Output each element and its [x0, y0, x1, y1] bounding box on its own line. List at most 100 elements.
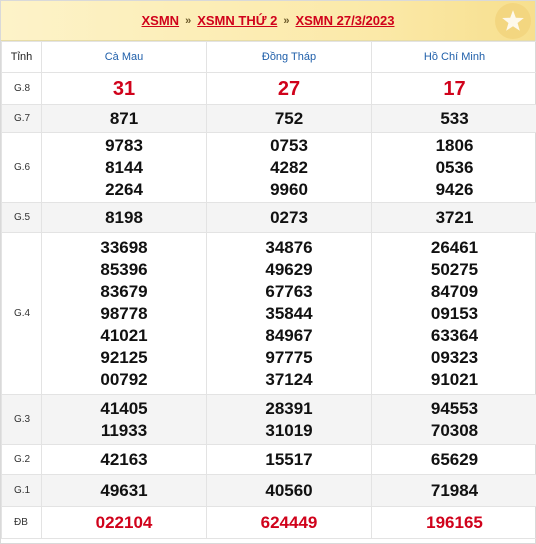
prize-cell: 41405 11933: [41, 394, 207, 445]
prize-cell: 28391 31019: [206, 394, 372, 445]
breadcrumb-separator: »: [185, 14, 192, 27]
prize-label: G.4: [1, 232, 42, 395]
prize-cell: 33698 85396 83679 98778 41021 92125 00792: [41, 232, 207, 395]
prize-number: 41405: [100, 398, 148, 418]
prize-number: 196165: [426, 512, 483, 532]
prize-number: 2264: [105, 179, 143, 199]
prize-cell: 022104: [41, 506, 207, 539]
prize-number: 09323: [430, 347, 479, 367]
table-row: G.6 9783 8144 2264 0753 4282 9960 1806 0536 9426: [1, 132, 536, 203]
prize-cell: 42163: [41, 444, 207, 475]
prize-number: 70308: [430, 420, 479, 440]
prize-label: G.1: [1, 474, 42, 507]
prize-number: 28391: [265, 398, 313, 418]
prize-label: G.6: [1, 132, 42, 203]
prize-number: 49631: [100, 480, 148, 500]
prize-number: 022104: [95, 512, 153, 532]
prize-number: 50275: [430, 259, 479, 279]
prize-cell: 0753 4282 9960: [206, 132, 372, 203]
prize-cell: 15517: [206, 444, 372, 475]
prize-cell: 196165: [371, 506, 536, 539]
prize-label: G.8: [1, 72, 42, 105]
prize-number: 9783: [105, 135, 143, 155]
prize-number: 09153: [430, 303, 479, 323]
table-row: G.4 33698 85396 83679 98778 41021 92125 00792 34…: [1, 232, 536, 395]
prize-number: 4282: [270, 157, 308, 177]
province-header[interactable]: Đồng Tháp: [206, 41, 372, 73]
prize-number: 0273: [270, 207, 308, 227]
prize-label: G.7: [1, 104, 42, 133]
prize-number: 92125: [100, 347, 148, 367]
prize-number: 27: [277, 77, 301, 100]
prize-number: 0753: [270, 135, 308, 155]
table-row: ĐB 022104 624449 196165: [1, 506, 536, 539]
prize-number: 97775: [265, 347, 313, 367]
prize-number: 9960: [270, 179, 308, 199]
province-header[interactable]: Cà Mau: [41, 41, 207, 73]
prize-number: 41021: [100, 325, 148, 345]
prize-number: 84709: [430, 281, 479, 301]
prize-number: 9426: [435, 179, 474, 199]
prize-number: 98778: [100, 303, 148, 323]
prize-cell: 871: [41, 104, 207, 133]
table-row: G.7 871 752 533: [1, 104, 536, 133]
prize-cell: 1806 0536 9426: [371, 132, 536, 203]
table-row: G.5 8198 0273 3721: [1, 202, 536, 233]
prize-number: 49629: [265, 259, 313, 279]
prize-number: 31019: [265, 420, 313, 440]
prize-number: 8144: [105, 157, 143, 177]
prize-number: 00792: [100, 369, 148, 389]
prize-cell: 624449: [206, 506, 372, 539]
prize-number: 17: [443, 77, 466, 100]
prize-cell: 17: [371, 72, 536, 105]
prize-number: 752: [274, 108, 304, 128]
table-row: G.1 49631 40560 71984: [1, 474, 536, 507]
breadcrumb-link-date[interactable]: XSMN 27/3/2023: [295, 13, 394, 28]
breadcrumb-link-xsmn[interactable]: XSMN: [142, 13, 180, 28]
prize-number: 1806: [435, 135, 474, 155]
prize-cell: 0273: [206, 202, 372, 233]
province-header[interactable]: Hồ Chí Minh: [371, 41, 536, 73]
prize-number: 11933: [100, 420, 148, 440]
table-header-row: Tỉnh Cà Mau Đồng Tháp Hồ Chí Minh: [1, 41, 536, 73]
prize-number: 63364: [430, 325, 479, 345]
star-icon: [495, 3, 531, 39]
prize-number: 15517: [265, 449, 313, 469]
prize-cell: 34876 49629 67763 35844 84967 97775 37124: [206, 232, 372, 395]
prize-number: 94553: [430, 398, 479, 418]
prize-cell: 94553 70308: [371, 394, 536, 445]
prize-number: 8198: [105, 207, 143, 227]
prize-number: 26461: [430, 237, 479, 257]
prize-cell: 8198: [41, 202, 207, 233]
prize-cell: 27: [206, 72, 372, 105]
prize-number: 624449: [260, 512, 318, 532]
prize-number: 65629: [430, 449, 479, 469]
prize-number: 871: [109, 108, 139, 128]
prize-cell: 26461 50275 84709 09153 63364 09323 91021: [371, 232, 536, 395]
prize-number: 85396: [100, 259, 148, 279]
prize-number: 42163: [100, 449, 148, 469]
breadcrumb-link-thu2[interactable]: XSMN THỨ 2: [197, 13, 277, 28]
prize-number: 31: [112, 77, 136, 100]
lottery-results-panel: XSMN » XSMN THỨ 2 » XSMN 27/3/2023 Tỉnh …: [0, 0, 536, 544]
prize-number: 533: [440, 108, 469, 128]
prize-cell: 533: [371, 104, 536, 133]
prize-number: 71984: [430, 480, 479, 500]
prize-cell: 3721: [371, 202, 536, 233]
prize-number: 91021: [430, 369, 479, 389]
prize-number: 83679: [100, 281, 148, 301]
prize-cell: 65629: [371, 444, 536, 475]
prize-number: 37124: [265, 369, 313, 389]
breadcrumb-bar: XSMN » XSMN THỨ 2 » XSMN 27/3/2023: [1, 1, 535, 41]
breadcrumb: XSMN » XSMN THỨ 2 » XSMN 27/3/2023: [142, 13, 395, 28]
prize-cell: 49631: [41, 474, 207, 507]
table-row: G.3 41405 11933 28391 31019 94553 70308: [1, 394, 536, 445]
prize-cell: 752: [206, 104, 372, 133]
breadcrumb-separator: »: [283, 14, 290, 27]
prize-label: G.3: [1, 394, 42, 445]
prize-number: 67763: [265, 281, 313, 301]
prize-label: ĐB: [1, 506, 42, 539]
table-row: G.8 31 27 17: [1, 72, 536, 105]
table-row: G.2 42163 15517 65629: [1, 444, 536, 475]
prize-number: 33698: [100, 237, 148, 257]
